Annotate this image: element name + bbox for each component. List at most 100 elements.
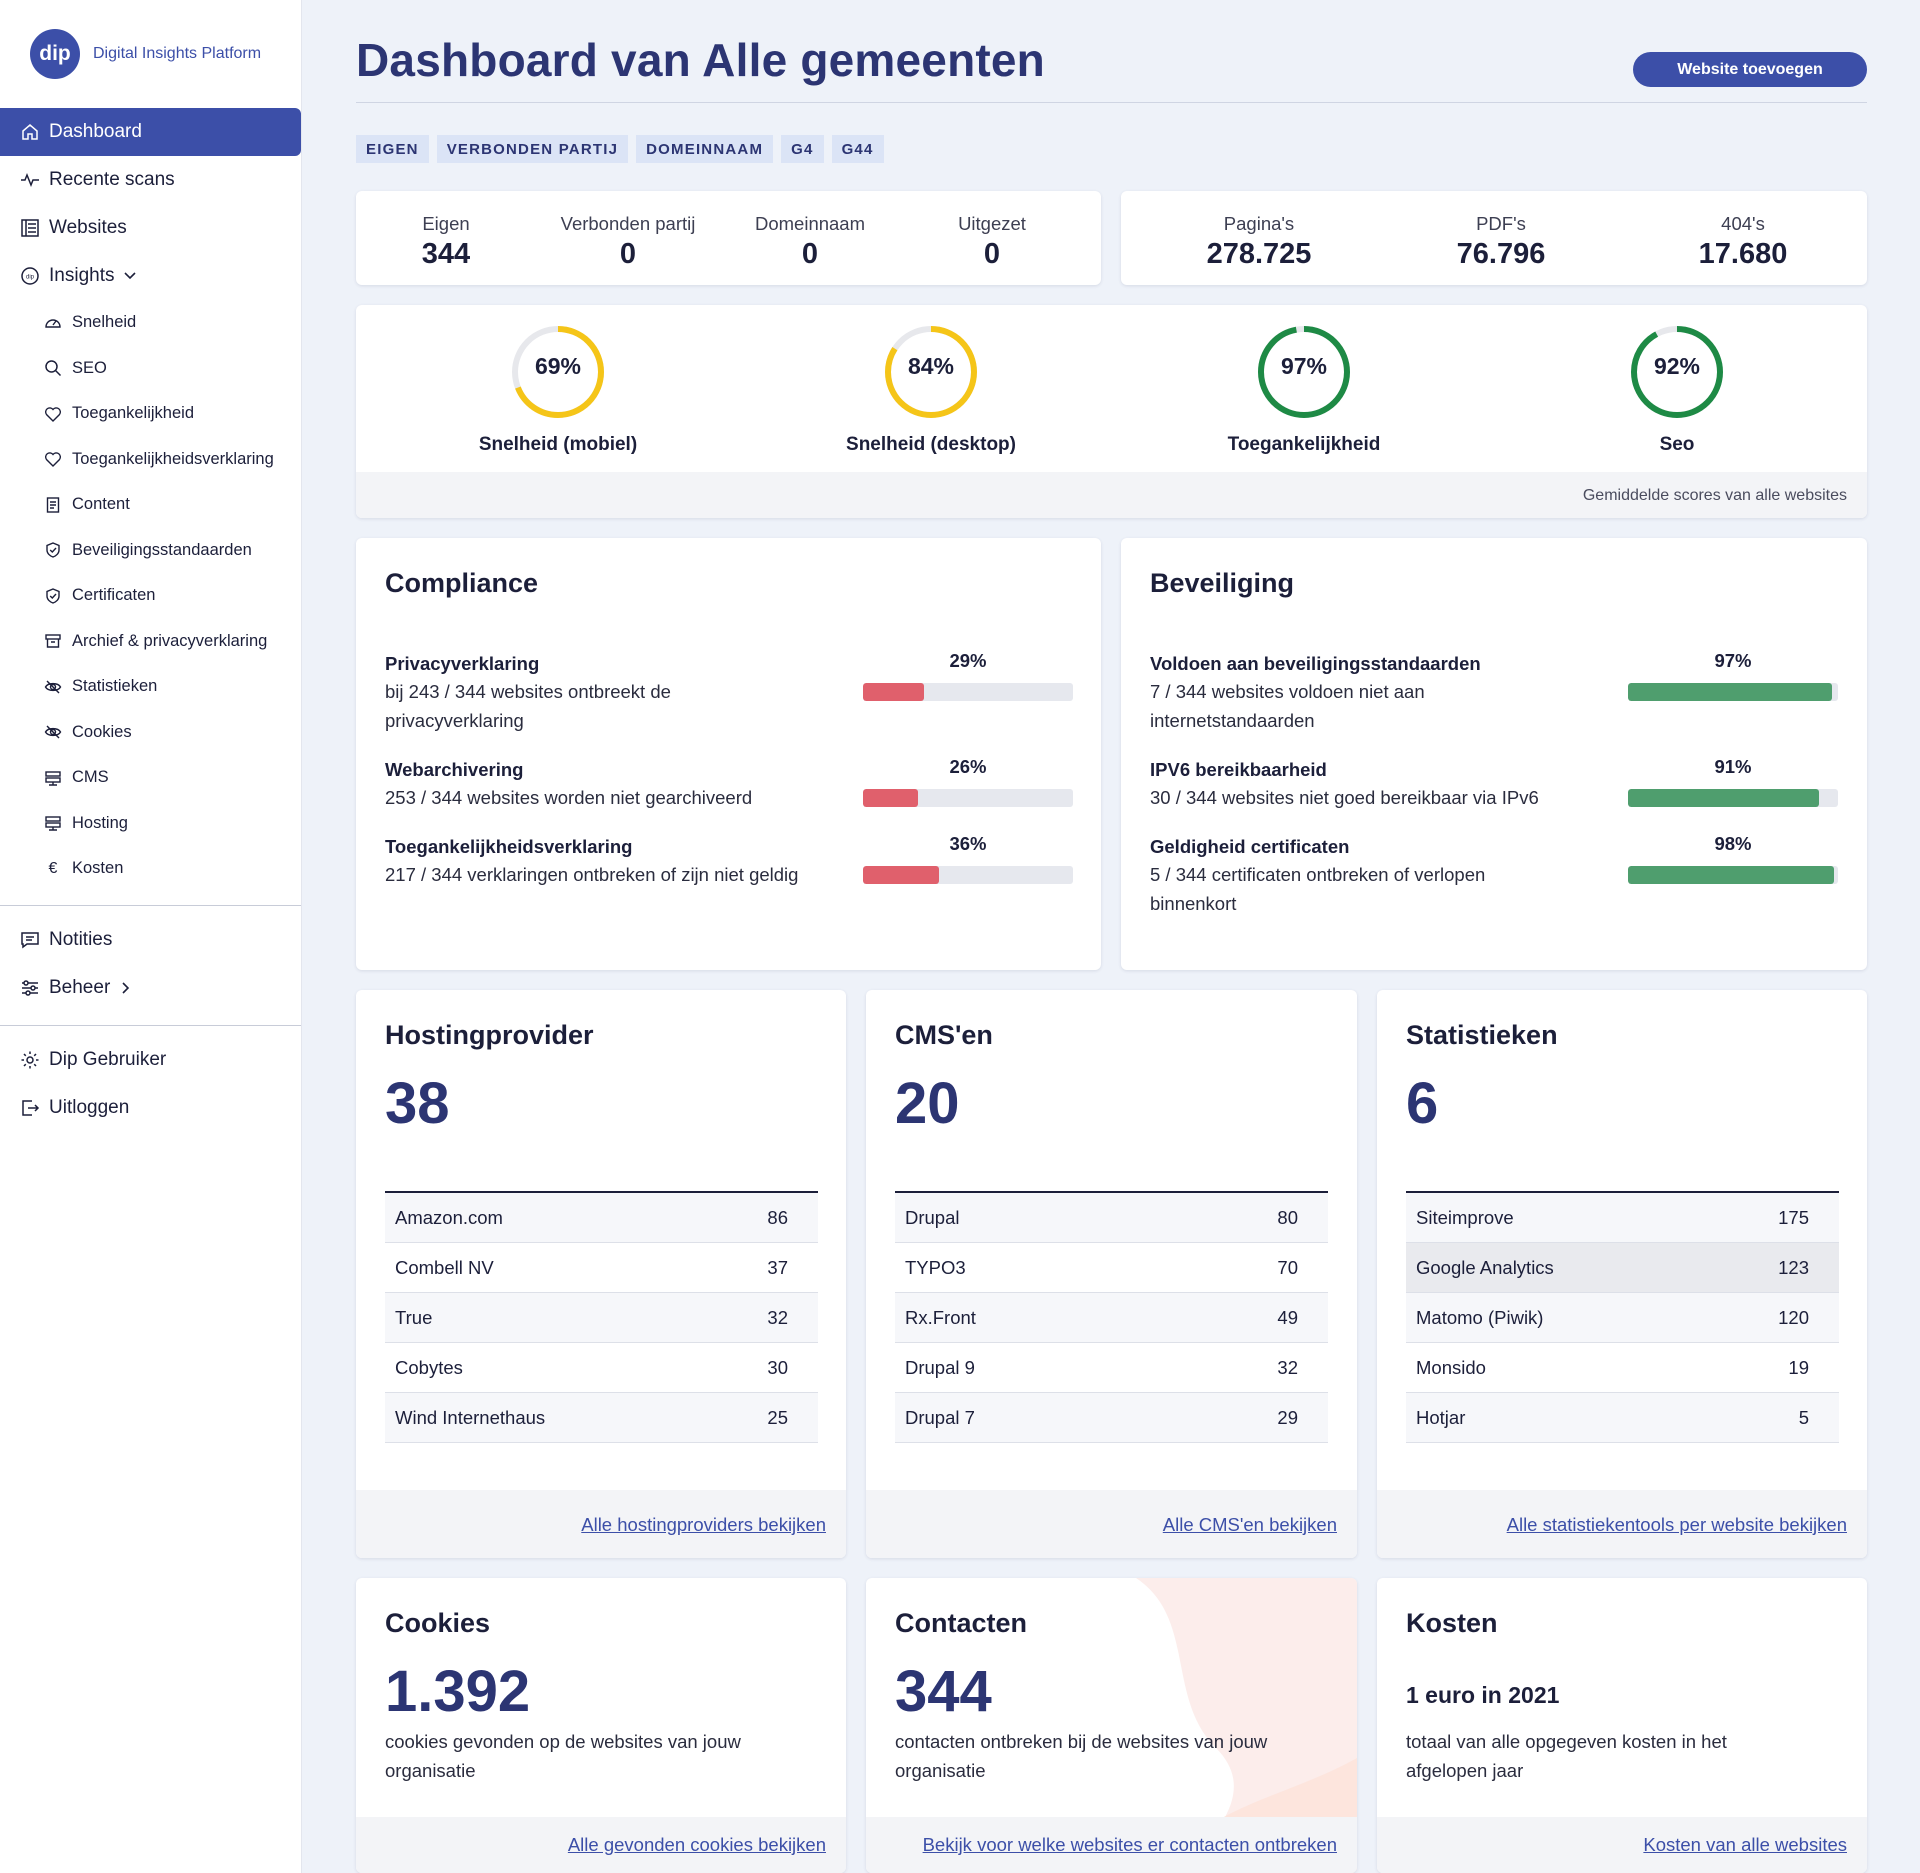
nav-websites[interactable]: Websites xyxy=(0,204,301,252)
count-verbonden-partij: Verbonden partij 0 xyxy=(538,213,718,271)
costs-desc: totaal van alle opgegeven kosten in het … xyxy=(1406,1731,1727,1781)
sub-item-statistieken[interactable]: Statistieken xyxy=(0,664,301,710)
chip-verbonden-partij[interactable]: VERBONDEN PARTIJ xyxy=(436,135,629,163)
sub-item-archief[interactable]: Archief & privacyverklaring xyxy=(0,619,301,665)
progress-track xyxy=(1628,683,1838,701)
table-row: Matomo (Piwik) 120 xyxy=(1406,1293,1839,1343)
table-row: Drupal 7 29 xyxy=(895,1393,1328,1443)
page-title: Dashboard van Alle gemeenten xyxy=(356,34,1045,86)
statistics-count: 6 xyxy=(1406,1071,1439,1136)
row-name: Amazon.com xyxy=(395,1206,503,1228)
metric-desc: 30 / 344 websites niet goed bereikbaar v… xyxy=(1150,787,1539,808)
progress-value: 29% xyxy=(949,650,987,671)
metric-title: Geldigheid certificaten xyxy=(1150,836,1350,857)
missing-contacts-link[interactable]: Bekijk voor welke websites er contacten … xyxy=(923,1834,1337,1855)
sub-item-beveiligingsstandaarden[interactable]: Beveiligingsstandaarden xyxy=(0,528,301,574)
row-count: 32 xyxy=(1277,1356,1298,1378)
sub-item-kosten[interactable]: € Kosten xyxy=(0,846,301,892)
nav-logout[interactable]: Uitloggen xyxy=(0,1084,301,1132)
all-statistics-link[interactable]: Alle statistiekentools per website bekij… xyxy=(1507,1514,1847,1535)
table-row: Amazon.com 86 xyxy=(385,1193,818,1243)
card-title: Hostingprovider xyxy=(385,1020,594,1050)
nav-manage[interactable]: Beheer xyxy=(0,964,301,1012)
row-count: 70 xyxy=(1277,1256,1298,1278)
card-title: CMS'en xyxy=(895,1020,993,1050)
brand[interactable]: dip Digital Insights Platform xyxy=(0,0,301,108)
nav-recent-scans-label: Recente scans xyxy=(49,169,175,190)
gauge-value: 92% xyxy=(1653,353,1701,379)
nav-insights[interactable]: dip Insights xyxy=(0,252,301,300)
speedometer-icon xyxy=(44,314,62,332)
row-count: 49 xyxy=(1277,1306,1298,1328)
progress-fill xyxy=(863,683,924,701)
metric-desc: 253 / 344 websites worden niet gearchive… xyxy=(385,787,753,808)
chip-g44[interactable]: G44 xyxy=(831,135,884,163)
table-row: Drupal 9 32 xyxy=(895,1343,1328,1393)
sub-item-label: Cookies xyxy=(72,722,132,741)
all-costs-link[interactable]: Kosten van alle websites xyxy=(1643,1834,1847,1855)
progress-track xyxy=(863,683,1073,701)
metric-desc: 5 / 344 certificaten ontbreken of verlop… xyxy=(1150,864,1486,914)
sub-item-label: Content xyxy=(72,495,130,514)
card-title: Contacten xyxy=(895,1608,1028,1638)
row-count: 32 xyxy=(767,1306,788,1328)
progress-fill xyxy=(863,866,939,884)
all-hosting-link[interactable]: Alle hostingproviders bekijken xyxy=(581,1514,826,1535)
stat-value: 278.725 xyxy=(1206,238,1312,270)
sub-item-snelheid[interactable]: Snelheid xyxy=(0,300,301,346)
row-name: Google Analytics xyxy=(1416,1256,1554,1278)
row-count: 123 xyxy=(1778,1256,1809,1278)
sub-item-content[interactable]: Content xyxy=(0,482,301,528)
cookies-card: Cookies 1.392 cookies gevonden op de web… xyxy=(356,1578,846,1873)
hosting-card: Hostingprovider 38 Amazon.com 86 Combell … xyxy=(356,990,846,1558)
filter-chips: EIGEN VERBONDEN PARTIJ DOMEINNAAM G4 G44 xyxy=(356,135,884,163)
metric-desc: 7 / 344 websites voldoen niet aan intern… xyxy=(1150,681,1425,731)
chip-domeinnaam[interactable]: DOMEINNAAM xyxy=(636,135,774,163)
stat-label: 404's xyxy=(1721,213,1765,234)
all-cookies-link[interactable]: Alle gevonden cookies bekijken xyxy=(568,1834,826,1855)
gauge-seo[interactable]: 92% Seo xyxy=(1527,325,1827,456)
metric-desc: bij 243 / 344 websites ontbreekt de priv… xyxy=(385,681,671,731)
sub-item-label: Certificaten xyxy=(72,586,156,605)
sub-item-certificaten[interactable]: Certificaten xyxy=(0,573,301,619)
stat-label: Verbonden partij xyxy=(560,213,696,234)
metric-certificaten: Geldigheid certificaten 5 / 344 certific… xyxy=(1150,836,1530,918)
chip-g4[interactable]: G4 xyxy=(781,135,824,163)
nav-recent-scans[interactable]: Recente scans xyxy=(0,156,301,204)
metric-beveiligingsstandaarden: Voldoen aan beveiligingsstandaarden 7 / … xyxy=(1150,653,1530,735)
sub-item-seo[interactable]: SEO xyxy=(0,346,301,392)
shield-check-icon xyxy=(44,541,62,559)
nav-dashboard[interactable]: Dashboard xyxy=(0,108,301,156)
stat-value: 344 xyxy=(421,238,471,270)
stat-label: Eigen xyxy=(422,213,470,234)
nav-notes[interactable]: Notities xyxy=(0,916,301,964)
sub-item-label: Snelheid xyxy=(72,313,137,332)
row-name: TYPO3 xyxy=(905,1256,966,1278)
gauge-label: Toegankelijkheid xyxy=(1227,434,1381,455)
progress-track xyxy=(863,866,1073,884)
progress-ipv6: 91% xyxy=(1628,756,1838,807)
add-website-button[interactable]: Website toevoegen xyxy=(1633,52,1867,87)
home-icon xyxy=(20,122,40,142)
sub-item-cookies[interactable]: Cookies xyxy=(0,710,301,756)
sub-item-toegankelijkheid[interactable]: Toegankelijkheid xyxy=(0,391,301,437)
all-cms-link[interactable]: Alle CMS'en bekijken xyxy=(1163,1514,1337,1535)
row-name: Combell NV xyxy=(395,1256,494,1278)
card-footer: Bekijk voor welke websites er contacten … xyxy=(866,1817,1357,1873)
nav-notes-label: Notities xyxy=(49,928,113,950)
progress-value: 36% xyxy=(949,833,987,854)
chip-eigen[interactable]: EIGEN xyxy=(356,135,429,163)
nav-user[interactable]: Dip Gebruiker xyxy=(0,1036,301,1084)
gauge-toegankelijkheid[interactable]: 97% Toegankelijkheid xyxy=(1154,325,1454,456)
progress-webarchivering: 26% xyxy=(863,756,1073,807)
euro-icon: € xyxy=(48,859,58,877)
row-count: 37 xyxy=(767,1256,788,1278)
progress-track xyxy=(1628,866,1838,884)
gauge-snelheid-mobiel[interactable]: 69% Snelheid (mobiel) xyxy=(408,325,708,456)
gauge-snelheid-desktop[interactable]: 84% Snelheid (desktop) xyxy=(781,325,1081,456)
sub-item-cms[interactable]: CMS xyxy=(0,755,301,801)
table-row: True 32 xyxy=(385,1293,818,1343)
sub-item-toegankelijkheidsverklaring[interactable]: Toegankelijkheidsverklaring xyxy=(0,437,301,483)
sub-item-hosting[interactable]: Hosting xyxy=(0,801,301,847)
message-icon xyxy=(20,930,40,950)
